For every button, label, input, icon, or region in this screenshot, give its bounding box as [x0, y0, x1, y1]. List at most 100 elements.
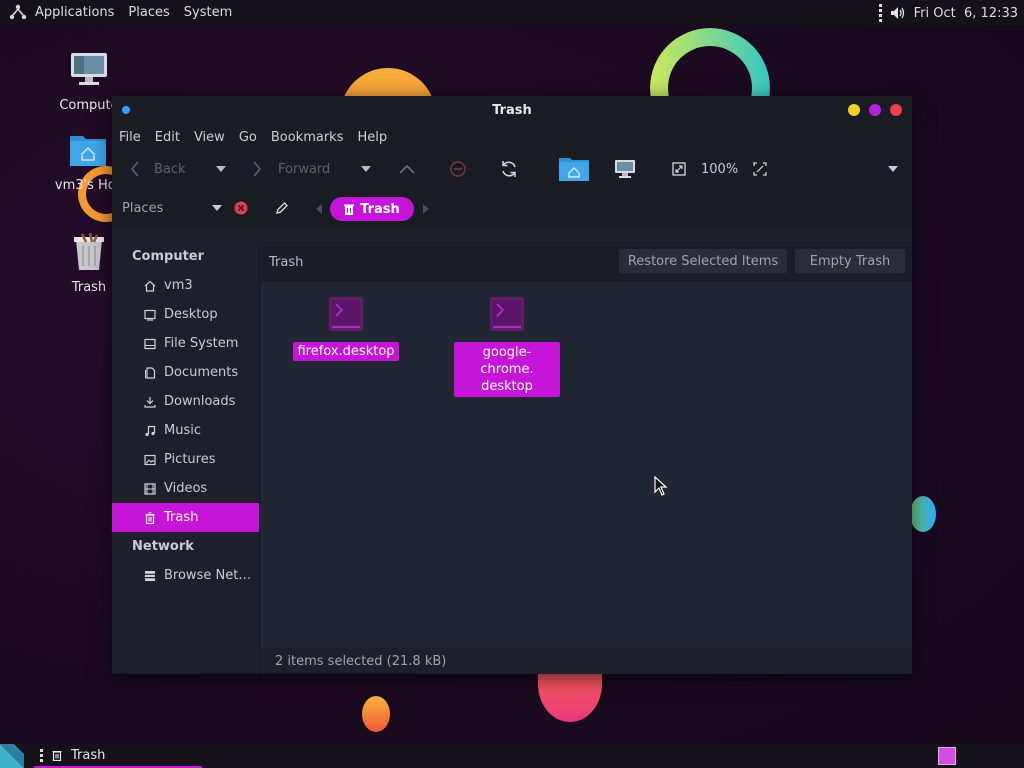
location-bar: Places Trash [112, 188, 912, 228]
trash-info-label: Trash [269, 254, 304, 270]
mouse-cursor-icon [654, 476, 668, 496]
sidebar-item-downloads[interactable]: Downloads [112, 387, 259, 416]
file-manager-window: Trash File Edit View Go Bookmarks Help B… [112, 96, 912, 674]
up-button[interactable] [399, 150, 415, 188]
sidebar-item-browse-network[interactable]: Browse Net… [112, 561, 259, 590]
zoom-in-button[interactable] [753, 150, 767, 188]
file-item[interactable]: firefox.desktop [293, 296, 399, 361]
desktop-file-icon [490, 297, 524, 331]
trash-icon [144, 511, 156, 524]
forward-history-dropdown[interactable] [361, 150, 371, 188]
window-controls [848, 104, 902, 116]
menu-places[interactable]: Places [121, 0, 176, 26]
caret-down-icon [361, 166, 371, 172]
wallpaper-shape [362, 696, 390, 732]
computer-button[interactable] [614, 150, 636, 188]
menubar: File Edit View Go Bookmarks Help [112, 124, 912, 150]
home-folder-icon [70, 136, 106, 166]
forward-button[interactable]: Forward [252, 150, 330, 188]
task-handle-icon [40, 748, 43, 762]
download-icon [144, 396, 156, 408]
file-name: google-chrome. desktop [454, 342, 560, 397]
home-folder-icon [559, 158, 589, 181]
maximize-button[interactable] [869, 104, 881, 116]
file-name: firefox.desktop [293, 342, 399, 361]
breadcrumb-trash[interactable]: Trash [330, 197, 414, 221]
home-icon [144, 280, 156, 292]
sidebar: Computer vm3 Desktop File System Documen… [112, 242, 260, 674]
window-title: Trash [492, 102, 532, 118]
sidebar-item-pictures[interactable]: Pictures [112, 445, 259, 474]
top-menu: Applications Places System [28, 0, 239, 26]
sidebar-item-desktop[interactable]: Desktop [112, 300, 259, 329]
empty-trash-button[interactable]: Empty Trash [795, 249, 905, 273]
edit-path-icon[interactable] [275, 201, 289, 215]
stop-button[interactable] [450, 150, 466, 188]
workspace-switcher[interactable] [938, 747, 956, 765]
menu-applications[interactable]: Applications [28, 0, 121, 26]
sidebar-item-videos[interactable]: Videos [112, 474, 259, 503]
reload-button[interactable] [500, 150, 518, 188]
back-button[interactable]: Back [130, 150, 186, 188]
sidebar-heading-network: Network [132, 539, 194, 554]
computer-icon [71, 53, 107, 85]
applications-menu-icon[interactable] [8, 3, 28, 23]
places-label: Places [122, 200, 164, 216]
places-dropdown[interactable]: Places [122, 196, 222, 220]
menu-system[interactable]: System [177, 0, 239, 26]
sidebar-item-label: Documents [164, 365, 239, 380]
zoom-out-icon [672, 162, 686, 176]
computer-icon [615, 160, 635, 178]
menu-view[interactable]: View [187, 130, 232, 145]
volume-icon[interactable] [890, 6, 906, 20]
taskbar-item-trash[interactable]: Trash [34, 744, 202, 768]
menu-file[interactable]: File [112, 130, 148, 145]
zoom-level[interactable]: 100% [701, 150, 738, 188]
crumb-left-arrow-icon[interactable] [316, 204, 322, 214]
file-item[interactable]: google-chrome. desktop [454, 296, 560, 397]
close-button[interactable] [890, 104, 902, 116]
content-pane: Trash Restore Selected Items Empty Trash… [261, 242, 912, 674]
sidebar-item-label: vm3 [164, 278, 193, 293]
chevron-right-icon [253, 161, 262, 177]
restore-selected-button[interactable]: Restore Selected Items [619, 249, 787, 273]
toolbar-overflow-dropdown[interactable] [888, 150, 898, 188]
toolbar: Back Forward 100% [112, 150, 912, 188]
menu-help[interactable]: Help [350, 130, 394, 145]
menu-go[interactable]: Go [232, 130, 264, 145]
sidebar-item-label: Desktop [164, 307, 218, 322]
show-desktop-icon[interactable] [0, 744, 24, 768]
sidebar-item-label: Music [164, 423, 201, 438]
desktop-file-icon [329, 297, 363, 331]
file-name-line: desktop [481, 379, 533, 394]
tray-menu-icon[interactable] [878, 4, 882, 22]
pictures-icon [144, 454, 156, 466]
clock[interactable]: Fri Oct 6, 12:33 [914, 6, 1018, 21]
menu-edit[interactable]: Edit [148, 130, 187, 145]
minimize-button[interactable] [848, 104, 860, 116]
sidebar-item-label: Pictures [164, 452, 216, 467]
caret-down-icon [216, 166, 226, 172]
sidebar-item-documents[interactable]: Documents [112, 358, 259, 387]
titlebar[interactable]: Trash [112, 96, 912, 124]
zoom-in-icon [753, 162, 767, 176]
trash-info-bar: Trash Restore Selected Items Empty Trash [261, 242, 912, 282]
desktop-icon [144, 309, 156, 321]
sidebar-item-music[interactable]: Music [112, 416, 259, 445]
sidebar-item-file-system[interactable]: File System [112, 329, 259, 358]
bottom-panel: Trash [0, 744, 1024, 768]
sidebar-item-home[interactable]: vm3 [112, 271, 259, 300]
close-pane-icon[interactable] [234, 201, 248, 215]
menu-bookmarks[interactable]: Bookmarks [264, 130, 351, 145]
zoom-out-button[interactable] [672, 150, 686, 188]
sidebar-heading-computer: Computer [132, 249, 205, 264]
back-history-dropdown[interactable] [216, 150, 226, 188]
crumb-right-arrow-icon[interactable] [423, 204, 429, 214]
back-label: Back [154, 161, 186, 177]
sidebar-item-label: File System [164, 336, 239, 351]
stop-icon [450, 161, 466, 177]
sidebar-item-label: Browse Net… [164, 568, 252, 583]
home-button[interactable] [558, 150, 590, 188]
sidebar-item-trash[interactable]: Trash [112, 503, 259, 532]
file-view[interactable]: firefox.desktop google-chrome. desktop [261, 282, 912, 648]
